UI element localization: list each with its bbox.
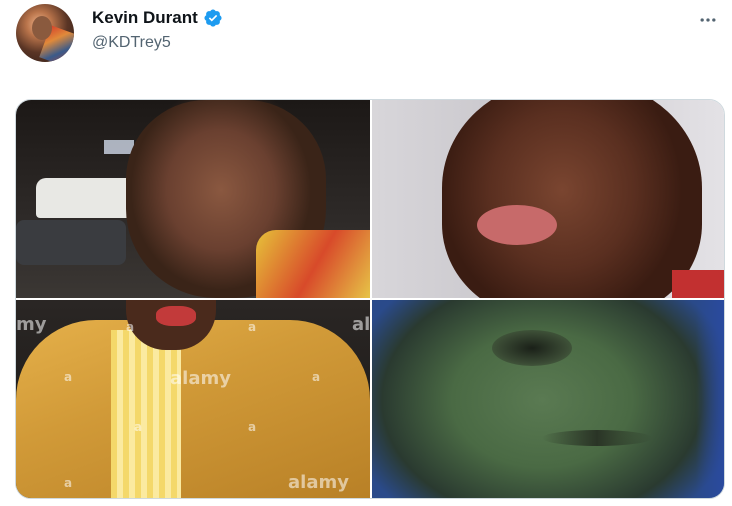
media-grid: my al a a a alamy a a a a alamy [15, 99, 725, 499]
avatar[interactable] [16, 4, 74, 62]
crying-teen-face [442, 100, 702, 298]
watermark: a [64, 476, 73, 490]
more-options-button[interactable] [696, 8, 720, 32]
towel [256, 230, 370, 298]
red-shirt [672, 270, 724, 298]
media-image-4[interactable] [372, 300, 724, 498]
eye [492, 330, 572, 366]
media-image-1[interactable] [16, 100, 370, 298]
tweet: Kevin Durant @KDTrey5 my al a a a alamy … [0, 0, 732, 506]
background-car-dark [16, 220, 126, 265]
watermark: a [134, 420, 143, 434]
blue-edge [696, 300, 724, 498]
mouth [542, 430, 652, 446]
avatar-face [32, 16, 52, 40]
verified-badge-icon [204, 9, 222, 27]
media-image-3[interactable]: my al a a a alamy a a a a alamy [16, 300, 370, 498]
media-image-2[interactable] [372, 100, 724, 298]
lips [477, 205, 557, 245]
striped-shirt [111, 330, 181, 498]
mouth [156, 306, 196, 326]
street-sign [104, 140, 134, 154]
watermark: a [312, 370, 321, 384]
author-name-row: Kevin Durant [92, 8, 223, 28]
watermark: a [248, 320, 257, 334]
watermark: alamy [170, 368, 231, 389]
watermark: a [248, 420, 257, 434]
author-display-name[interactable]: Kevin Durant [92, 8, 198, 28]
more-horizontal-icon [700, 18, 716, 22]
watermark: my [16, 314, 47, 335]
watermark: al [352, 314, 370, 335]
watermark: alamy [288, 472, 349, 493]
watermark: a [126, 320, 135, 334]
author-handle[interactable]: @KDTrey5 [92, 34, 171, 52]
watermark: a [64, 370, 73, 384]
